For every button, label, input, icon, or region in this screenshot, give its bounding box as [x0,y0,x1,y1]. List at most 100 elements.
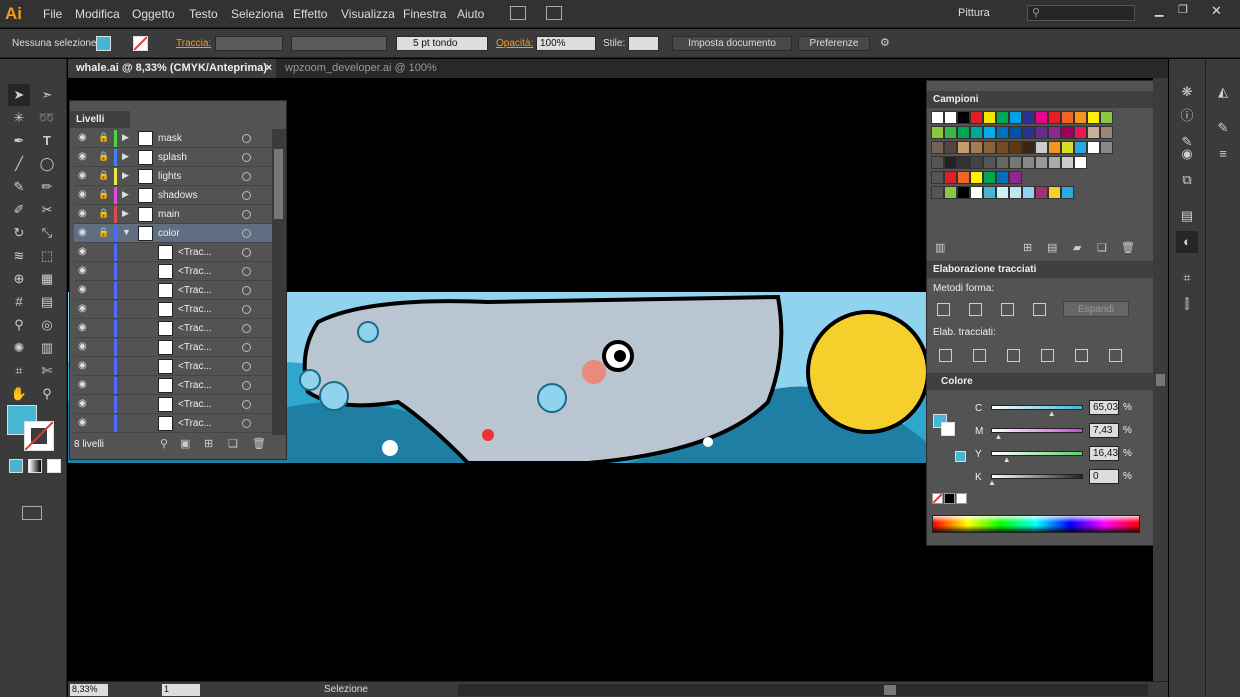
lock-icon[interactable]: 🔒 [98,189,109,200]
visibility-eye-icon[interactable]: ◉ [78,379,90,391]
menu-effetto[interactable]: Effetto [293,7,327,21]
swatch[interactable] [970,171,983,184]
swatch[interactable] [931,171,944,184]
visibility-eye-icon[interactable]: ◉ [78,398,90,410]
swatch[interactable] [957,171,970,184]
target-circle-icon[interactable] [242,191,251,200]
swatch[interactable] [1009,111,1022,124]
opacity-label[interactable]: Opacità: [496,38,533,49]
layer-row[interactable]: ◉ <Trac... [74,300,274,319]
target-circle-icon[interactable] [242,172,251,181]
workspace-switcher[interactable]: Pittura [958,7,990,19]
zoom-tool-icon[interactable]: ⚲ [36,383,58,405]
crop-icon[interactable] [1041,349,1054,362]
swatch[interactable] [996,126,1009,139]
lock-icon[interactable]: 🔒 [98,170,109,181]
swatch[interactable] [1022,186,1035,199]
slider-thumb[interactable]: ▲ [1003,455,1011,464]
menu-oggetto[interactable]: Oggetto [132,7,175,21]
variable-width-select[interactable] [291,36,387,51]
swatch[interactable] [944,171,957,184]
swatch[interactable] [1009,141,1022,154]
target-circle-icon[interactable] [242,381,251,390]
visibility-eye-icon[interactable]: ◉ [78,170,90,182]
symbols-panel-icon[interactable]: ❋ [1176,81,1198,103]
info-panel-icon[interactable]: ⓘ [1176,105,1198,127]
channel-value-field[interactable]: 0 [1089,469,1119,484]
swatch[interactable] [1100,141,1113,154]
channel-value-field[interactable]: 7,43 [1089,423,1119,438]
swatch[interactable] [957,156,970,169]
visibility-eye-icon[interactable]: ◉ [78,265,90,277]
channel-slider[interactable] [991,474,1083,479]
swatch[interactable] [944,141,957,154]
expand-arrow-icon[interactable]: ▶ [122,189,129,200]
swatch[interactable] [996,141,1009,154]
minimize-icon[interactable]: ▁ [1155,4,1163,17]
close-icon[interactable]: ✕ [1211,3,1222,19]
target-circle-icon[interactable] [242,324,251,333]
swatch[interactable] [970,111,983,124]
swatch[interactable] [970,141,983,154]
swatch[interactable] [1022,111,1035,124]
layers-panel-icon[interactable]: ≡ [1212,143,1234,165]
intersect-icon[interactable] [1001,303,1014,316]
swatch[interactable] [1022,126,1035,139]
swatch[interactable] [1061,126,1074,139]
document-setup-button[interactable]: Imposta documento [672,36,792,51]
swatch[interactable] [1009,186,1022,199]
swatch[interactable] [1009,126,1022,139]
align-panel-icon[interactable]: ⫿ [1176,293,1198,315]
outline-icon[interactable] [1075,349,1088,362]
target-circle-icon[interactable] [242,248,251,257]
column-graph-icon[interactable]: ▥ [36,337,58,359]
swatch[interactable] [1035,186,1048,199]
warp-tool-icon[interactable]: ≋ [8,245,30,267]
menu-file[interactable]: File [43,7,62,21]
swatch[interactable] [944,156,957,169]
make-clipping-mask-icon[interactable]: ▣ [180,437,190,450]
layer-row[interactable]: ◉ 🔒 ▶ shadows [74,186,274,205]
visibility-eye-icon[interactable]: ◉ [78,189,90,201]
swatch[interactable] [983,141,996,154]
swatch[interactable] [931,111,944,124]
swatch[interactable] [1061,111,1074,124]
menu-visualizza[interactable]: Visualizza [341,7,395,21]
lock-icon[interactable]: 🔒 [98,132,109,143]
pen-tool-icon[interactable]: ✒ [8,130,30,152]
swatch[interactable] [1022,141,1035,154]
swatch[interactable] [1048,186,1061,199]
layer-row[interactable]: ◉ <Trac... [74,281,274,300]
stroke-weight-field[interactable] [215,36,283,51]
swatch[interactable] [996,156,1009,169]
locate-object-icon[interactable]: ⚲ [160,437,168,450]
screen-mode-icon[interactable] [22,506,42,520]
expand-arrow-icon[interactable]: ▶ [122,151,129,162]
target-circle-icon[interactable] [242,286,251,295]
swatch[interactable] [1061,156,1074,169]
preferences-button[interactable]: Preferenze [798,36,870,51]
type-tool-icon[interactable]: T [36,130,58,152]
swatch[interactable] [1087,111,1100,124]
menu-testo[interactable]: Testo [189,7,218,21]
target-circle-icon[interactable] [242,400,251,409]
visibility-eye-icon[interactable]: ◉ [78,227,90,239]
swatch[interactable] [983,171,996,184]
new-color-group-icon[interactable]: ⊞ [1023,241,1032,254]
target-circle-icon[interactable] [242,210,251,219]
expand-arrow-icon[interactable]: ▶ [122,132,129,143]
expand-arrow-icon[interactable]: ▼ [122,227,131,237]
menu-modifica[interactable]: Modifica [75,7,120,21]
unite-icon[interactable] [937,303,950,316]
swatch[interactable] [1035,156,1048,169]
magic-wand-icon[interactable]: ✳ [8,107,30,129]
swatch[interactable] [1048,141,1061,154]
swatch[interactable] [1100,126,1113,139]
swatch-options-icon[interactable]: ▤ [1047,241,1057,254]
swatch[interactable] [1035,141,1048,154]
channel-slider[interactable] [991,428,1083,433]
trim-icon[interactable] [973,349,986,362]
menu-finestra[interactable]: Finestra [403,7,446,21]
swatch[interactable] [944,186,957,199]
layer-row[interactable]: ◉ 🔒 ▼ color [74,224,274,243]
